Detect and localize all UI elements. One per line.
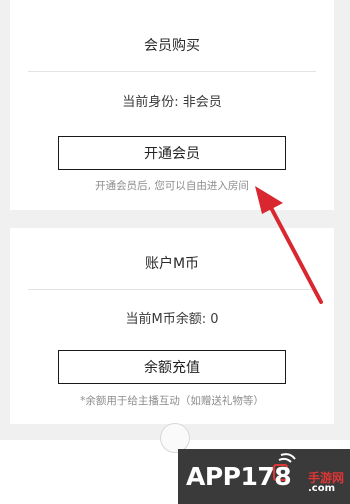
site-watermark: APP178 手游网 .com (178, 449, 350, 504)
account-balance: 当前M币余额: 0 (125, 312, 219, 327)
app-screen: 会员购买 当前身份: 非会员 开通会员 开通会员后, 您可以自由进入房间 账户M… (0, 0, 350, 453)
account-hint: *余额用于给主播互动（如赠送礼物等） (80, 395, 264, 407)
account-title: 账户M币 (144, 256, 200, 272)
account-divider (28, 289, 316, 290)
watermark-suffix: .com (308, 483, 336, 494)
membership-title: 会员购买 (144, 38, 200, 54)
open-membership-button[interactable]: 开通会员 (58, 136, 286, 170)
account-card: 账户M币 当前M币余额: 0 余额充值 *余额用于给主播互动（如赠送礼物等） (10, 228, 334, 424)
membership-status: 当前身份: 非会员 (122, 95, 222, 110)
watermark-brand: APP178 (186, 462, 292, 491)
membership-hint: 开通会员后, 您可以自由进入房间 (95, 180, 249, 192)
membership-divider (28, 71, 316, 72)
membership-card: 会员购买 当前身份: 非会员 开通会员 开通会员后, 您可以自由进入房间 (10, 0, 334, 210)
recharge-button[interactable]: 余额充值 (58, 350, 286, 384)
